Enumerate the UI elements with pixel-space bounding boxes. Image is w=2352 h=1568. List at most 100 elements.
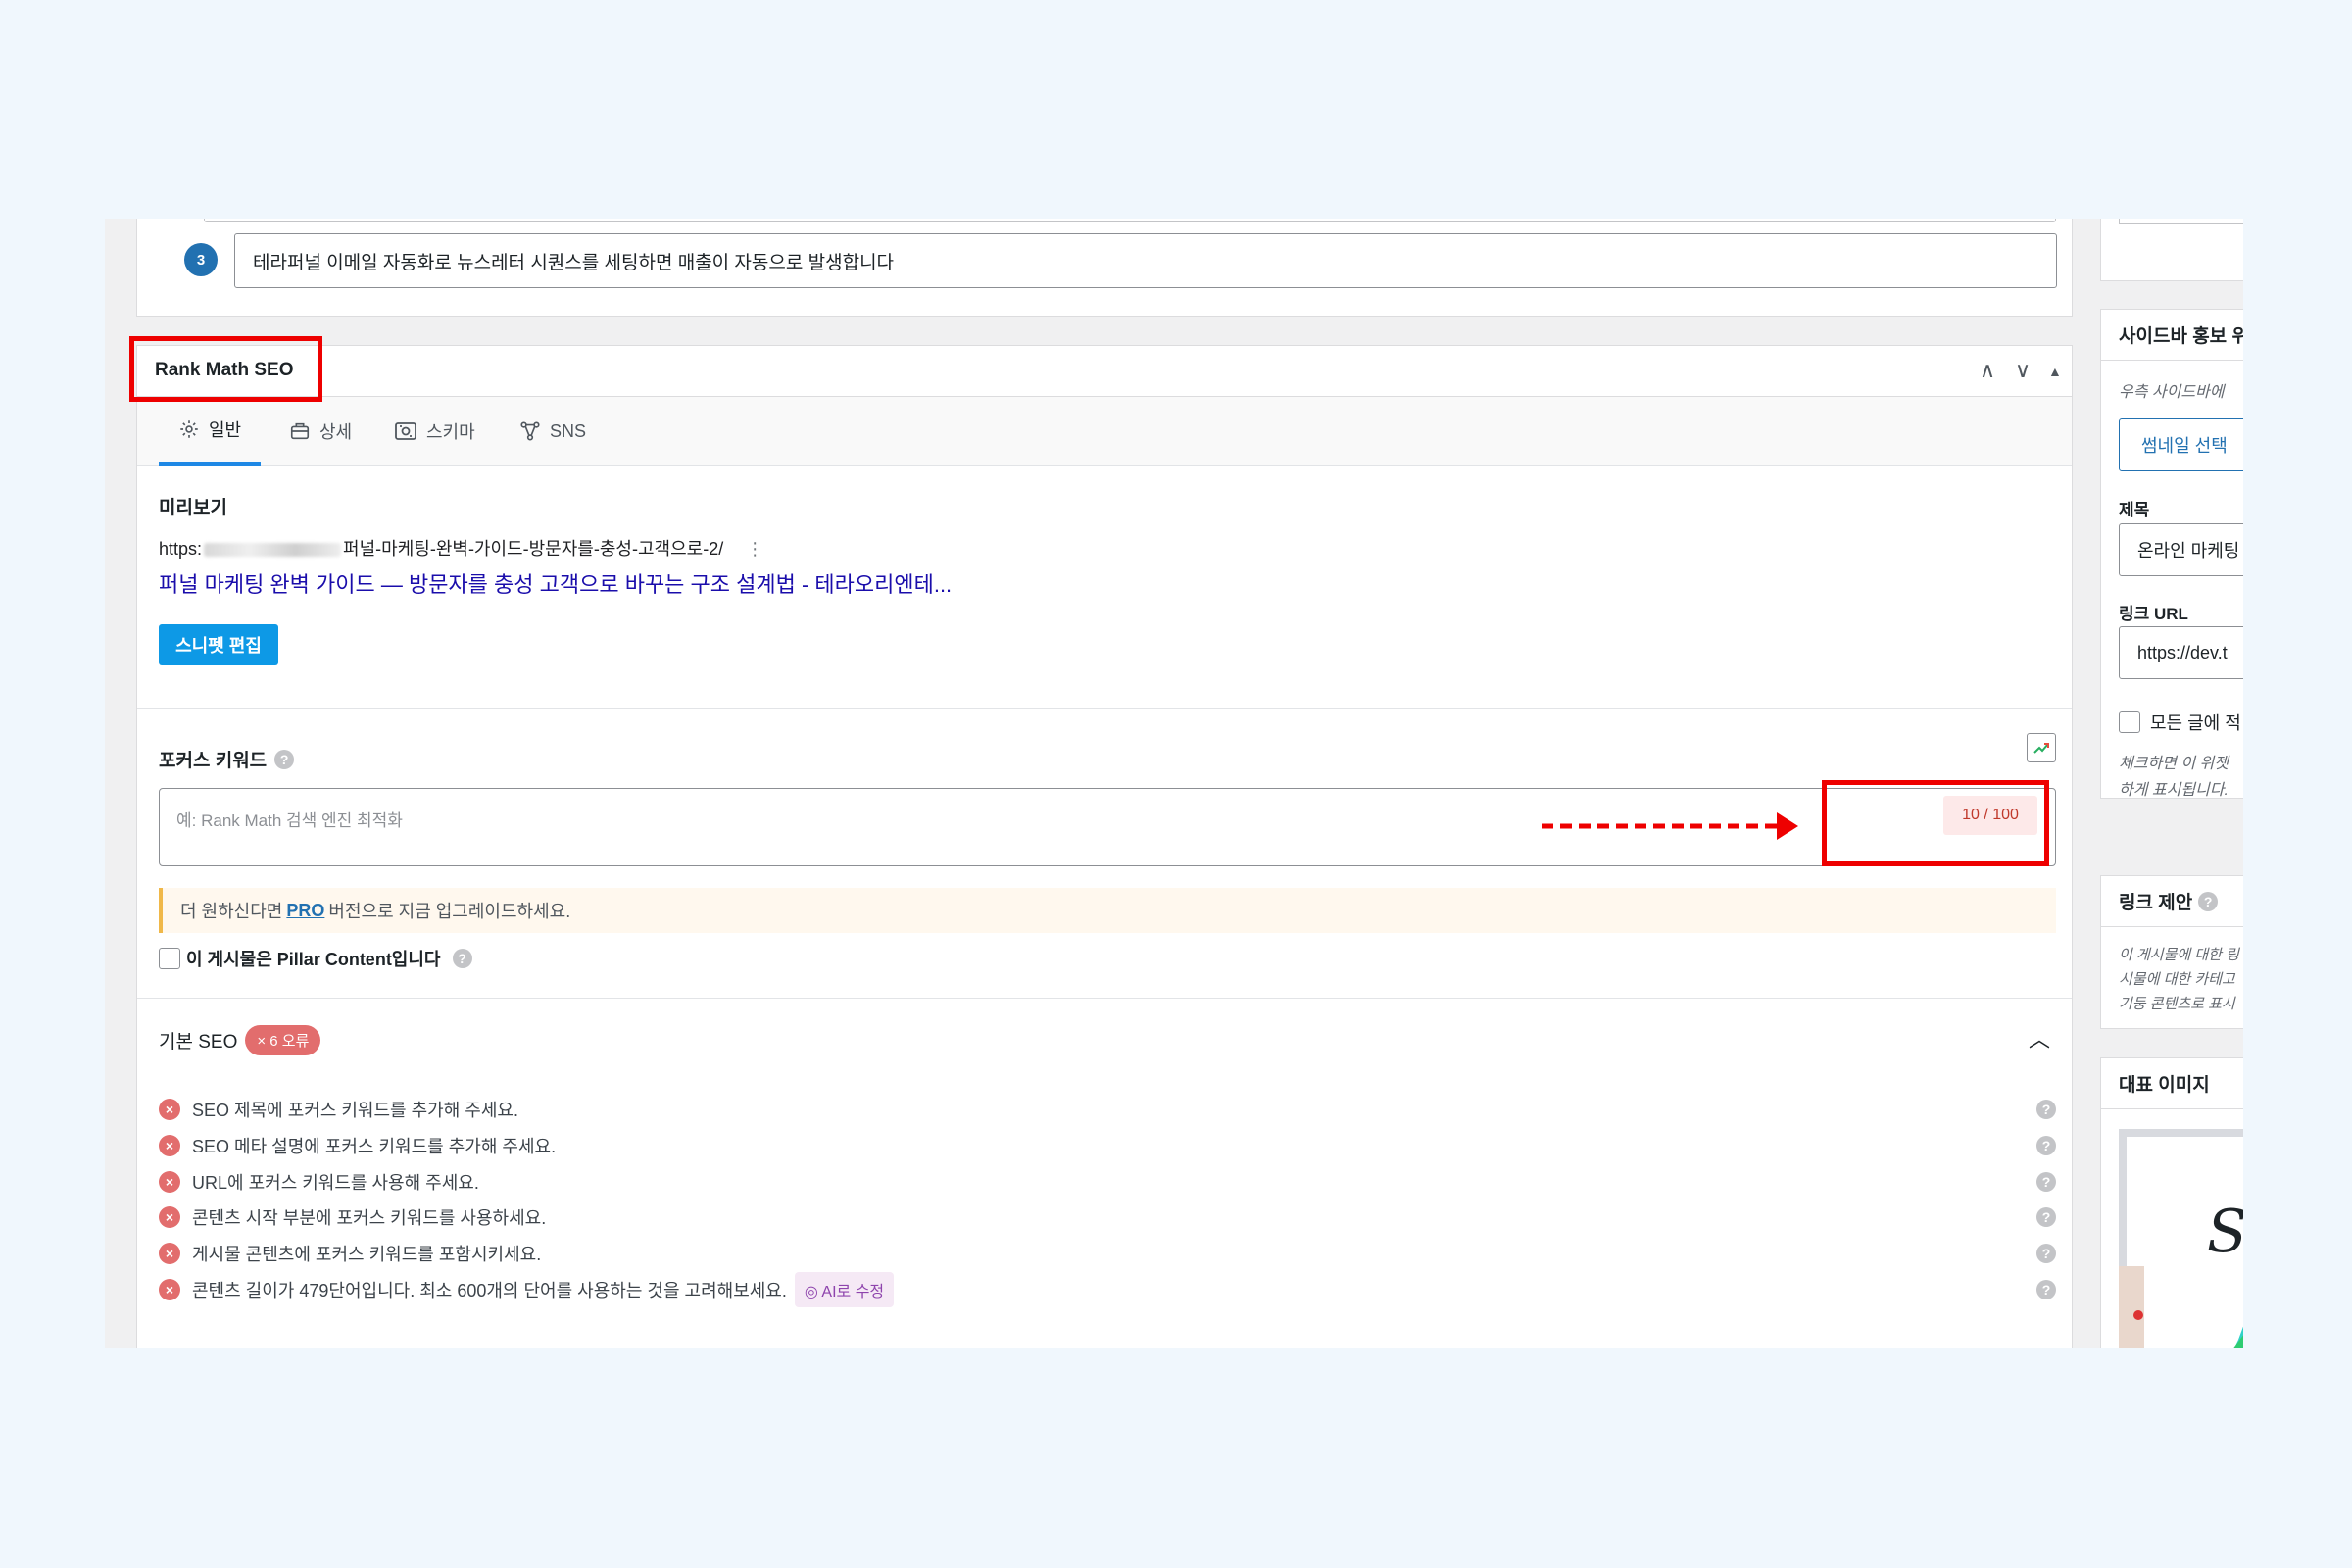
tab-general-label: 일반 [209, 420, 242, 440]
link-suggestions-text: 이 게시물에 대한 링 시물에 대한 카테고 기둥 콘텐츠로 표시 [2119, 943, 2239, 1016]
help-icon[interactable]: ? [2036, 1244, 2056, 1263]
briefcase-icon [290, 422, 310, 440]
section-divider [137, 708, 2072, 709]
pro-link[interactable]: PRO [286, 901, 324, 921]
promo-title-input[interactable]: 온라인 마케팅 [2119, 523, 2243, 576]
help-icon[interactable]: ? [2036, 1280, 2056, 1299]
featured-image-letter: S [2207, 1198, 2243, 1266]
link-suggestions-heading: 링크 제안 [2119, 893, 2193, 913]
move-up-icon[interactable]: ∧ [1980, 358, 1995, 383]
error-icon: × [159, 1206, 180, 1228]
link-suggestions-line: 시물에 대한 카테고 [2119, 971, 2235, 988]
help-icon[interactable]: ? [2198, 891, 2219, 911]
section-divider [137, 998, 2072, 999]
pillar-content-row: 이 게시물은 Pillar Content입니다 ? [159, 946, 472, 971]
promo-heading: 사이드바 홍보 위 [2101, 310, 2243, 361]
check-item: × 게시물 콘텐츠에 포커스 키워드를 포함시키세요. ? [159, 1239, 2056, 1268]
title-highlight-box [129, 336, 322, 402]
error-icon: × [159, 1279, 180, 1300]
tab-social-label: SNS [550, 420, 587, 441]
tab-general[interactable]: 일반 [159, 397, 262, 466]
link-suggestions-box: 링크 제안 ? 이 게시물에 대한 링 시물에 대한 카테고 기둥 콘텐츠로 표… [2100, 875, 2243, 1029]
check-item: × URL에 포커스 키워드를 사용해 주세요. ? [159, 1167, 2056, 1197]
rank-math-tabs: 일반 상세 스키마 SNS [137, 397, 2072, 466]
check-text: 콘텐츠 길이가 479단어입니다. 최소 600개의 단어를 사용하는 것을 고… [192, 1281, 787, 1300]
faq-number: 3 [184, 243, 218, 276]
rank-math-box: Rank Math SEO ∧ ∨ ▲ 일반 상세 스키마 SNS 미리보기 h… [136, 345, 2073, 1348]
help-icon[interactable]: ? [2036, 1136, 2056, 1155]
tab-social[interactable]: SNS [519, 397, 586, 466]
error-icon: × [159, 1099, 180, 1120]
promo-url-label: 링크 URL [2119, 605, 2188, 623]
pro-upgrade-notice: 더 원하신다면 PRO 버전으로 지금 업그레이드하세요. [159, 888, 2056, 933]
promo-url-input[interactable]: https://dev.t [2119, 626, 2243, 679]
ai-fix-button[interactable]: ◎ AI로 수정 [794, 1272, 895, 1307]
pillar-content-checkbox[interactable] [159, 948, 180, 969]
gear-icon [180, 420, 198, 438]
trends-button[interactable] [2027, 733, 2056, 762]
red-arrow-icon [1542, 812, 1798, 840]
counter-highlight-box [1822, 780, 2049, 866]
editor-screenshot: 3 테라퍼널 이메일 자동화로 뉴스레터 시퀀스를 세팅하면 매출이 자동으로 … [105, 219, 2243, 1348]
all-posts-checkbox[interactable] [2119, 711, 2140, 733]
basic-seo-header[interactable]: 기본 SEO × 6 오류 [159, 1025, 321, 1055]
sidebar-promo-box: 사이드바 홍보 위 우측 사이드바에 썸네일 선택 제목 온라인 마케팅 링크 … [2100, 309, 2243, 799]
trend-chart-icon [2034, 743, 2049, 754]
promo-help-line: 하게 표시됩니다. [2119, 782, 2229, 799]
check-item: × SEO 메타 설명에 포커스 키워드를 추가해 주세요. ? [159, 1131, 2056, 1160]
tab-advanced-label: 상세 [319, 422, 353, 442]
focus-keyword-label-row: 포커스 키워드 ? [159, 746, 295, 772]
check-item: × 콘텐츠 시작 부분에 포커스 키워드를 사용하세요. ? [159, 1202, 2056, 1232]
preview-url-path: 퍼널-마케팅-완벽-가이드-방문자를-충성-고객으로-2/ [343, 539, 724, 559]
preview-url-prefix: https: [159, 539, 203, 559]
promo-help-text: 체크하면 이 위젯 하게 표시됩니다. [2119, 751, 2229, 799]
help-icon[interactable]: ? [2036, 1172, 2056, 1192]
basic-seo-title: 기본 SEO [159, 1032, 238, 1053]
schema-icon [395, 422, 416, 440]
preview-url: https: 퍼널-마케팅-완벽-가이드-방문자를-충성-고객으로-2/ ⋮ [159, 535, 763, 561]
check-item: × SEO 제목에 포커스 키워드를 추가해 주세요. ? [159, 1095, 2056, 1124]
preview-heading: 미리보기 [159, 498, 227, 518]
move-down-icon[interactable]: ∨ [2015, 358, 2031, 383]
rank-math-header: Rank Math SEO ∧ ∨ ▲ [137, 346, 2072, 397]
featured-image-box: 대표 이미지 S [2100, 1057, 2243, 1348]
edit-snippet-button[interactable]: 스니펫 편집 [159, 624, 278, 665]
more-options-icon[interactable]: ⋮ [746, 539, 763, 559]
ai-icon: ◎ [804, 1284, 822, 1300]
promo-title-label: 제목 [2119, 501, 2150, 519]
promo-description: 우측 사이드바에 [2119, 384, 2225, 401]
sidebar-top-box [2100, 219, 2243, 281]
sidebar-prev-field[interactable] [2119, 219, 2243, 224]
blurred-domain [204, 543, 342, 558]
link-suggestions-line: 기둥 콘텐츠로 표시 [2119, 996, 2235, 1012]
error-count-badge: × 6 오류 [245, 1025, 321, 1055]
help-icon[interactable]: ? [2036, 1207, 2056, 1227]
help-icon[interactable]: ? [452, 949, 472, 968]
faq-input[interactable]: 테라퍼널 이메일 자동화로 뉴스레터 시퀀스를 세팅하면 매출이 자동으로 발생… [234, 233, 2057, 288]
chevron-up-icon[interactable]: ︿ [2029, 1022, 2050, 1054]
featured-image[interactable]: S [2119, 1129, 2243, 1348]
all-posts-row: 모든 글에 적 [2119, 710, 2241, 735]
link-suggestions-header: 링크 제안 ? [2101, 876, 2243, 927]
featured-image-heading: 대표 이미지 [2101, 1058, 2243, 1109]
all-posts-label[interactable]: 모든 글에 적 [2150, 710, 2241, 735]
tab-advanced[interactable]: 상세 [289, 397, 352, 466]
link-suggestions-line: 이 게시물에 대한 링 [2119, 947, 2239, 963]
check-text: 콘텐츠 시작 부분에 포커스 키워드를 사용하세요. [192, 1208, 547, 1228]
tab-schema[interactable]: 스키마 [394, 397, 475, 466]
focus-keyword-placeholder: 예: Rank Math 검색 엔진 최적화 [176, 811, 403, 830]
thumbnail-select-button[interactable]: 썸네일 선택 [2119, 418, 2243, 471]
notice-after: 버전으로 지금 업그레이드하세요. [328, 902, 571, 921]
help-icon[interactable]: ? [2036, 1100, 2056, 1119]
focus-keyword-label: 포커스 키워드 [159, 751, 268, 771]
collapse-toggle-icon[interactable]: ▲ [2048, 364, 2062, 379]
help-icon[interactable]: ? [274, 749, 295, 769]
promo-help-line: 체크하면 이 위젯 [2119, 756, 2229, 772]
check-text: SEO 제목에 포커스 키워드를 추가해 주세요. [192, 1101, 518, 1120]
error-icon: × [159, 1135, 180, 1156]
previous-faq-input[interactable] [204, 219, 2056, 222]
preview-title[interactable]: 퍼널 마케팅 완벽 가이드 — 방문자를 충성 고객으로 바꾸는 구조 설계법 … [159, 567, 952, 599]
error-icon: × [159, 1171, 180, 1193]
pillar-content-label[interactable]: 이 게시물은 Pillar Content입니다 [186, 946, 441, 971]
check-text: URL에 포커스 키워드를 사용해 주세요. [192, 1173, 479, 1193]
